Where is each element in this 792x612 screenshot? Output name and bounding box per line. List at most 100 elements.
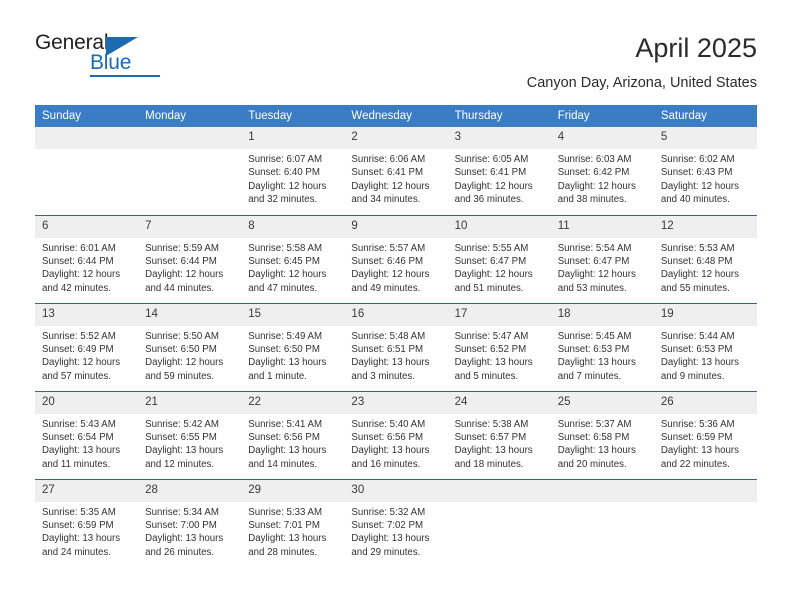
day-details: Sunrise: 5:43 AM Sunset: 6:54 PM Daylight:… [35, 414, 138, 472]
day-number: 9 [344, 215, 448, 238]
day-details: Sunrise: 5:32 AM Sunset: 7:02 PM Daylight:… [344, 502, 447, 560]
day-number: 13 [35, 303, 139, 326]
calendar-day-cell[interactable]: 11 Sunrise: 5:54 AM Sunset: 6:47 PM Dayligh… [550, 214, 654, 303]
daylight-text: Daylight: 13 hours and 22 minutes. [660, 445, 739, 470]
day-number [447, 479, 551, 502]
day-details: Sunrise: 5:35 AM Sunset: 6:59 PM Daylight:… [35, 502, 138, 560]
daylight-text: Daylight: 12 hours and 51 minutes. [454, 269, 533, 294]
daylight-text: Daylight: 12 hours and 34 minutes. [351, 180, 430, 206]
day-details: Sunrise: 5:41 AM Sunset: 6:56 PM Daylight:… [241, 414, 344, 472]
calendar-day-cell[interactable]: 27 Sunrise: 5:35 AM Sunset: 6:59 PM Dayligh… [35, 478, 139, 567]
sunrise-text: Sunrise: 5:40 AM [351, 418, 426, 430]
title-block: April 2025 Canyon Day, Arizona, United S… [527, 32, 757, 93]
sunrise-text: Sunrise: 5:35 AM [42, 506, 116, 518]
calendar-day-cell[interactable]: 26 Sunrise: 5:36 AM Sunset: 6:59 PM Dayligh… [653, 390, 757, 479]
daylight-text: Daylight: 13 hours and 18 minutes. [454, 445, 533, 470]
sunset-text: Sunset: 6:45 PM [248, 255, 320, 267]
calendar-day-cell[interactable]: 5 Sunrise: 6:02 AM Sunset: 6:43 PM Daylight… [653, 127, 757, 215]
daylight-text: Daylight: 12 hours and 55 minutes. [660, 269, 739, 294]
daylight-text: Daylight: 13 hours and 5 minutes. [454, 357, 533, 382]
calendar-day-cell[interactable]: 19 Sunrise: 5:44 AM Sunset: 6:53 PM Dayligh… [653, 302, 757, 391]
daylight-text: Daylight: 13 hours and 28 minutes. [248, 533, 327, 558]
daylight-text: Daylight: 13 hours and 26 minutes. [145, 533, 224, 558]
day-number: 18 [550, 303, 654, 326]
sunset-text: Sunset: 6:58 PM [557, 431, 630, 443]
weekday-header: Sunday Monday Tuesday Wednesday Thursday Frid… [35, 105, 757, 127]
calendar-week-row: 13 Sunrise: 5:52 AM Sunset: 6:49 PM Dayligh… [35, 302, 757, 391]
general-blue-logo: General Blue [35, 32, 175, 78]
sunset-text: Sunset: 6:43 PM [660, 167, 733, 179]
sunset-text: Sunset: 6:46 PM [351, 255, 424, 267]
day-number: 22 [241, 391, 345, 414]
daylight-text: Daylight: 13 hours and 29 minutes. [351, 533, 430, 558]
calendar-day-cell[interactable]: 30 Sunrise: 5:32 AM Sunset: 7:02 PM Dayligh… [344, 478, 448, 567]
day-number: 30 [344, 479, 448, 502]
day-details: Sunrise: 5:49 AM Sunset: 6:50 PM Daylight:… [241, 326, 344, 384]
weekday-header-saturday: Saturday [653, 105, 757, 127]
calendar-day-cell[interactable]: 29 Sunrise: 5:33 AM Sunset: 7:01 PM Dayligh… [241, 478, 345, 567]
sunrise-text: Sunrise: 5:50 AM [145, 330, 219, 342]
weekday-header-wednesday: Wednesday [344, 105, 448, 127]
calendar-day-cell[interactable]: 2 Sunrise: 6:06 AM Sunset: 6:41 PM Daylight… [344, 127, 448, 215]
calendar-day-cell[interactable]: 15 Sunrise: 5:49 AM Sunset: 6:50 PM Dayligh… [241, 302, 345, 391]
day-details: Sunrise: 6:01 AM Sunset: 6:44 PM Daylight:… [35, 238, 138, 296]
day-number: 6 [35, 215, 139, 238]
calendar-day-cell[interactable]: 21 Sunrise: 5:42 AM Sunset: 6:55 PM Dayligh… [138, 390, 242, 479]
daylight-text: Daylight: 13 hours and 24 minutes. [42, 533, 121, 558]
calendar-day-cell[interactable]: 16 Sunrise: 5:48 AM Sunset: 6:51 PM Dayligh… [344, 302, 448, 391]
day-number: 20 [35, 391, 139, 414]
calendar-day-cell[interactable]: 25 Sunrise: 5:37 AM Sunset: 6:58 PM Dayligh… [550, 390, 654, 479]
sunset-text: Sunset: 7:01 PM [248, 519, 320, 531]
calendar-day-cell-empty [138, 127, 242, 215]
daylight-text: Daylight: 12 hours and 40 minutes. [660, 180, 739, 206]
daylight-text: Daylight: 12 hours and 53 minutes. [557, 269, 636, 294]
sunrise-text: Sunrise: 5:55 AM [454, 242, 529, 254]
sunset-text: Sunset: 6:47 PM [454, 255, 527, 267]
calendar-day-cell[interactable]: 18 Sunrise: 5:45 AM Sunset: 6:53 PM Dayligh… [550, 302, 654, 391]
calendar-day-cell[interactable]: 13 Sunrise: 5:52 AM Sunset: 6:49 PM Dayligh… [35, 302, 139, 391]
day-details: Sunrise: 5:57 AM Sunset: 6:46 PM Daylight:… [344, 238, 447, 296]
calendar-day-cell[interactable]: 4 Sunrise: 6:03 AM Sunset: 6:42 PM Daylight… [550, 127, 654, 215]
sunrise-text: Sunrise: 6:05 AM [454, 154, 529, 165]
sunrise-text: Sunrise: 5:42 AM [145, 418, 219, 430]
day-number [138, 127, 242, 149]
sunset-text: Sunset: 6:41 PM [351, 167, 424, 179]
sunrise-text: Sunrise: 5:45 AM [557, 330, 632, 342]
calendar-day-cell[interactable]: 12 Sunrise: 5:53 AM Sunset: 6:48 PM Dayligh… [653, 214, 757, 303]
weekday-header-monday: Monday [138, 105, 242, 127]
day-details: Sunrise: 5:37 AM Sunset: 6:58 PM Daylight:… [551, 414, 654, 472]
calendar-day-cell[interactable]: 7 Sunrise: 5:59 AM Sunset: 6:44 PM Daylight… [138, 214, 242, 303]
calendar-day-cell[interactable]: 8 Sunrise: 5:58 AM Sunset: 6:45 PM Daylight… [241, 214, 345, 303]
day-number: 2 [344, 127, 448, 149]
day-number: 15 [241, 303, 345, 326]
calendar-day-cell[interactable]: 23 Sunrise: 5:40 AM Sunset: 6:56 PM Dayligh… [344, 390, 448, 479]
calendar-day-cell[interactable]: 3 Sunrise: 6:05 AM Sunset: 6:41 PM Daylight… [447, 127, 551, 215]
sunset-text: Sunset: 6:53 PM [660, 343, 733, 355]
daylight-text: Daylight: 12 hours and 42 minutes. [42, 269, 121, 294]
daylight-text: Daylight: 13 hours and 16 minutes. [351, 445, 430, 470]
day-details: Sunrise: 5:45 AM Sunset: 6:53 PM Daylight:… [551, 326, 654, 384]
calendar-day-cell[interactable]: 9 Sunrise: 5:57 AM Sunset: 6:46 PM Daylight… [344, 214, 448, 303]
day-details: Sunrise: 5:58 AM Sunset: 6:45 PM Daylight:… [241, 238, 344, 296]
sunset-text: Sunset: 7:02 PM [351, 519, 424, 531]
calendar-day-cell[interactable]: 10 Sunrise: 5:55 AM Sunset: 6:47 PM Dayligh… [447, 214, 551, 303]
calendar-day-cell[interactable]: 20 Sunrise: 5:43 AM Sunset: 6:54 PM Dayligh… [35, 390, 139, 479]
daylight-text: Daylight: 13 hours and 11 minutes. [42, 445, 121, 470]
calendar-day-cell[interactable]: 17 Sunrise: 5:47 AM Sunset: 6:52 PM Dayligh… [447, 302, 551, 391]
sunset-text: Sunset: 6:44 PM [42, 255, 114, 267]
day-details: Sunrise: 5:44 AM Sunset: 6:53 PM Daylight:… [654, 326, 757, 384]
calendar-day-cell[interactable]: 28 Sunrise: 5:34 AM Sunset: 7:00 PM Dayligh… [138, 478, 242, 567]
calendar-day-cell[interactable]: 14 Sunrise: 5:50 AM Sunset: 6:50 PM Dayligh… [138, 302, 242, 391]
calendar-day-cell[interactable]: 22 Sunrise: 5:41 AM Sunset: 6:56 PM Dayligh… [241, 390, 345, 479]
day-details: Sunrise: 5:38 AM Sunset: 6:57 PM Daylight:… [448, 414, 551, 472]
calendar-day-cell[interactable]: 6 Sunrise: 6:01 AM Sunset: 6:44 PM Daylight… [35, 214, 139, 303]
sunrise-text: Sunrise: 5:58 AM [248, 242, 323, 254]
calendar-day-cell[interactable]: 1 Sunrise: 6:07 AM Sunset: 6:40 PM Daylight… [241, 127, 345, 215]
sunset-text: Sunset: 6:48 PM [660, 255, 733, 267]
sunrise-text: Sunrise: 6:06 AM [351, 154, 426, 165]
calendar-day-cell[interactable]: 24 Sunrise: 5:38 AM Sunset: 6:57 PM Dayligh… [447, 390, 551, 479]
day-details: Sunrise: 5:33 AM Sunset: 7:01 PM Daylight:… [241, 502, 344, 560]
sunrise-text: Sunrise: 5:57 AM [351, 242, 426, 254]
day-number: 17 [447, 303, 551, 326]
weekday-header-tuesday: Tuesday [241, 105, 345, 127]
